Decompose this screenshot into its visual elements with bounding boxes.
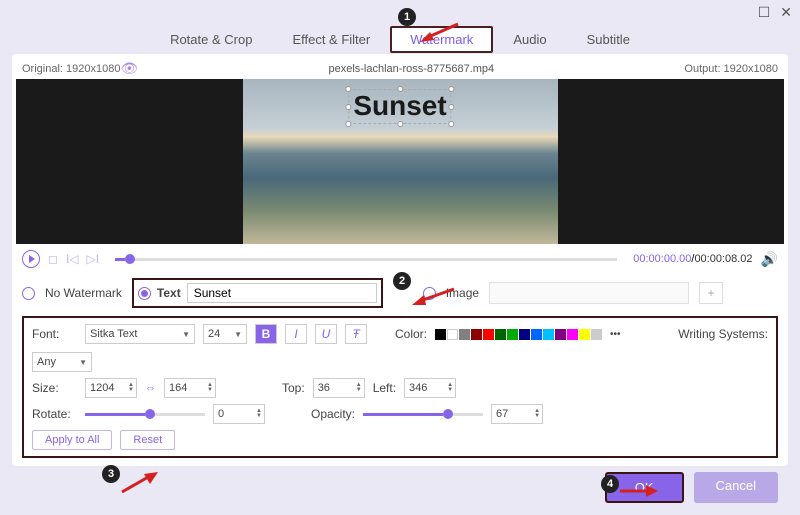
next-frame-button[interactable]: ▷I	[87, 252, 100, 266]
watermark-text-input[interactable]	[187, 283, 377, 303]
tab-subtitle[interactable]: Subtitle	[567, 26, 650, 53]
tab-bar: Rotate & Crop Effect & Filter Watermark …	[0, 24, 800, 54]
rotate-label: Rotate:	[32, 407, 77, 421]
maximize-button[interactable]: ☐	[758, 4, 771, 21]
watermark-overlay[interactable]: Sunset	[348, 89, 451, 124]
color-swatch[interactable]	[579, 329, 590, 340]
font-select[interactable]: Sitka Text▼	[85, 324, 195, 344]
video-frame[interactable]: Sunset	[243, 79, 558, 244]
filename-label: pexels-lachlan-ross-8775687.mp4	[138, 63, 684, 75]
resize-handle[interactable]	[397, 86, 403, 92]
color-swatch[interactable]	[447, 329, 458, 340]
color-swatch[interactable]	[495, 329, 506, 340]
opacity-input[interactable]: 67▲▼	[491, 404, 543, 424]
radio-no-watermark[interactable]	[22, 287, 35, 300]
width-input[interactable]: 1204▲▼	[85, 378, 137, 398]
watermark-properties: Font: Sitka Text▼ 24▼ B I U Ŧ Color: •••…	[22, 316, 778, 458]
original-resolution: Original: 1920x1080	[22, 63, 120, 75]
annotation-badge-1: 1	[398, 8, 416, 26]
top-label: Top:	[282, 381, 305, 395]
resize-handle[interactable]	[449, 86, 455, 92]
color-swatch[interactable]	[459, 329, 470, 340]
resize-handle[interactable]	[345, 86, 351, 92]
video-preview: Sunset	[16, 79, 784, 244]
annotation-badge-4: 4	[601, 475, 619, 493]
italic-button[interactable]: I	[285, 324, 307, 344]
annotation-arrow-4	[618, 482, 658, 500]
radio-text[interactable]	[138, 287, 151, 300]
resize-handle[interactable]	[449, 104, 455, 110]
stop-button[interactable]: ◻	[48, 252, 58, 266]
main-panel: Original: 1920x1080 👁 pexels-lachlan-ros…	[12, 54, 788, 466]
reset-button[interactable]: Reset	[120, 430, 175, 450]
color-swatch[interactable]	[567, 329, 578, 340]
font-label: Font:	[32, 327, 77, 341]
annotation-arrow-2	[412, 285, 457, 305]
writing-systems-label: Writing Systems:	[678, 327, 768, 341]
link-icon[interactable]: ⇔	[145, 382, 156, 394]
timeline-thumb[interactable]	[125, 254, 135, 264]
color-swatch[interactable]	[435, 329, 446, 340]
font-size-select[interactable]: 24▼	[203, 324, 247, 344]
color-swatch[interactable]	[483, 329, 494, 340]
play-button[interactable]	[22, 250, 40, 268]
opacity-label: Opacity:	[311, 407, 355, 421]
color-swatches	[435, 329, 602, 340]
tab-rotate-crop[interactable]: Rotate & Crop	[150, 26, 272, 53]
more-colors[interactable]: •••	[610, 329, 621, 340]
annotation-arrow-3	[118, 472, 158, 494]
bold-button[interactable]: B	[255, 324, 277, 344]
volume-icon[interactable]: 🔊	[761, 251, 778, 268]
top-input[interactable]: 36▲▼	[313, 378, 365, 398]
underline-button[interactable]: U	[315, 324, 337, 344]
resize-handle[interactable]	[397, 121, 403, 127]
resize-handle[interactable]	[345, 121, 351, 127]
tab-effect-filter[interactable]: Effect & Filter	[272, 26, 390, 53]
color-swatch[interactable]	[591, 329, 602, 340]
cancel-button[interactable]: Cancel	[694, 472, 778, 503]
writing-systems-select[interactable]: Any▼	[32, 352, 92, 372]
color-swatch[interactable]	[531, 329, 542, 340]
strikethrough-button[interactable]: Ŧ	[345, 324, 367, 344]
rotate-input[interactable]: 0▲▼	[213, 404, 265, 424]
left-input[interactable]: 346▲▼	[404, 378, 456, 398]
color-swatch[interactable]	[471, 329, 482, 340]
color-swatch[interactable]	[519, 329, 530, 340]
tab-audio[interactable]: Audio	[493, 26, 566, 53]
resize-handle[interactable]	[449, 121, 455, 127]
size-label: Size:	[32, 381, 77, 395]
color-swatch[interactable]	[543, 329, 554, 340]
close-button[interactable]: ✕	[780, 4, 792, 21]
annotation-arrow-1	[420, 22, 460, 42]
opacity-slider[interactable]	[363, 413, 483, 416]
rotate-slider[interactable]	[85, 413, 205, 416]
color-swatch[interactable]	[507, 329, 518, 340]
time-current: 00:00:00.00	[633, 253, 691, 265]
annotation-badge-3: 3	[102, 465, 120, 483]
output-resolution: Output: 1920x1080	[684, 63, 778, 75]
apply-to-all-button[interactable]: Apply to All	[32, 430, 112, 450]
color-label: Color:	[395, 327, 427, 341]
no-watermark-label: No Watermark	[45, 286, 122, 300]
annotation-badge-2: 2	[393, 272, 411, 290]
prev-frame-button[interactable]: I◁	[66, 252, 79, 266]
preview-toggle-icon[interactable]: 👁	[120, 60, 138, 77]
time-duration: 00:00:08.02	[694, 253, 752, 265]
left-label: Left:	[373, 381, 396, 395]
add-image-button[interactable]: +	[699, 282, 723, 304]
watermark-image-input[interactable]	[489, 282, 689, 304]
resize-handle[interactable]	[345, 104, 351, 110]
text-label: Text	[157, 286, 181, 300]
timeline-scrubber[interactable]	[115, 258, 617, 261]
color-swatch[interactable]	[555, 329, 566, 340]
height-input[interactable]: 164▲▼	[164, 378, 216, 398]
